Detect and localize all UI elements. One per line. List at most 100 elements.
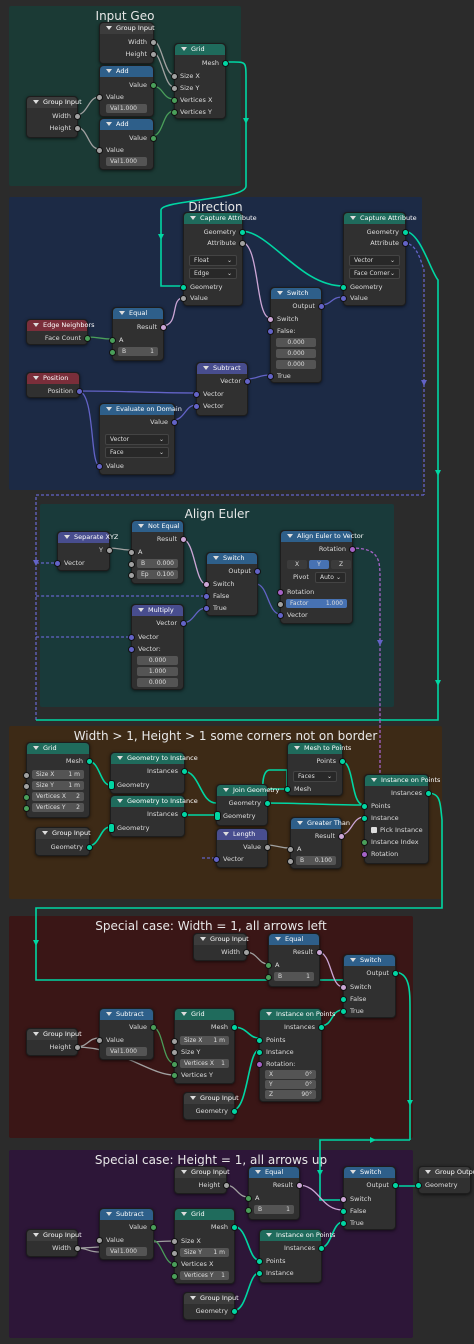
subtract-node[interactable]: Subtract Value Value Val 1.000: [96, 1208, 157, 1260]
output-socket[interactable]: [392, 970, 399, 977]
switch-node[interactable]: Switch Output Switch False True: [340, 954, 399, 1018]
input-socket[interactable]: [171, 1072, 178, 1079]
node-header[interactable]: Instance on Points: [260, 1230, 335, 1241]
collapse-icon[interactable]: [33, 100, 39, 104]
input-socket[interactable]: [245, 1195, 252, 1202]
input-socket[interactable]: [267, 373, 274, 380]
node-header[interactable]: Subtract: [197, 363, 247, 374]
node-header[interactable]: Grid: [27, 743, 89, 754]
node-header[interactable]: Grid: [175, 44, 225, 55]
output-socket[interactable]: [402, 229, 409, 236]
collapse-icon[interactable]: [371, 778, 377, 782]
input-socket[interactable]: [256, 1061, 263, 1068]
input-socket[interactable]: [256, 1258, 263, 1265]
grid-node[interactable]: Grid Mesh Size X Size Y Vertices X Verti…: [171, 43, 229, 119]
axis-z-button[interactable]: Z: [331, 560, 351, 569]
value-field[interactable]: B 0.000: [137, 559, 178, 568]
input-socket[interactable]: [171, 109, 178, 116]
instance-on-points-node[interactable]: Instance on Points Instances Points Inst…: [361, 774, 440, 864]
group-input-node[interactable]: Group Input Width: [193, 933, 250, 961]
node-header[interactable]: Separate XYZ: [58, 532, 118, 543]
data-type-dropdown[interactable]: Float ⌄: [189, 255, 237, 266]
node-header[interactable]: Join Geometry: [217, 785, 279, 796]
collapse-icon[interactable]: [33, 1032, 39, 1036]
equal-node[interactable]: Equal Result A B1: [245, 1166, 303, 1220]
output-socket[interactable]: [106, 547, 113, 554]
node-header[interactable]: Grid: [175, 1009, 234, 1020]
pick-instance-checkbox[interactable]: ✓ Pick Instance: [371, 825, 423, 836]
output-socket[interactable]: [239, 240, 246, 247]
output-socket[interactable]: [392, 1182, 399, 1189]
grid-node[interactable]: Grid Mesh Size X Size Y 1 m Vertices X Ve…: [171, 1208, 238, 1284]
collapse-icon[interactable]: [181, 1012, 187, 1016]
switch-node[interactable]: Switch Output Switch False True: [203, 552, 261, 616]
collapse-icon[interactable]: [138, 524, 144, 528]
rotation-y-field[interactable]: Y 0°: [265, 1080, 316, 1089]
capture-attribute-node[interactable]: Capture Attribute Geometry Attribute Flo…: [180, 212, 257, 306]
node-header[interactable]: Geometry to Instance: [111, 796, 198, 807]
multiply-node[interactable]: Multiply Vector Vector Vector: 0.000 1.0…: [128, 604, 187, 690]
output-socket[interactable]: [231, 1108, 238, 1115]
node-header[interactable]: Group Input: [27, 97, 82, 108]
output-socket[interactable]: [76, 388, 83, 395]
input-socket[interactable]: [415, 1182, 422, 1189]
collapse-icon[interactable]: [33, 746, 39, 750]
vertices-y-field[interactable]: Vertices Y 2: [32, 803, 84, 812]
output-socket[interactable]: [239, 229, 246, 236]
input-socket[interactable]: [277, 612, 284, 619]
node-header[interactable]: Group Input: [184, 1093, 239, 1104]
input-socket[interactable]: [256, 1270, 263, 1277]
node-header[interactable]: Group Input: [27, 1029, 82, 1040]
collapse-icon[interactable]: [266, 1233, 272, 1237]
group-input-node[interactable]: Group Input Geometry: [183, 1092, 239, 1120]
value-field[interactable]: B1: [254, 1205, 294, 1214]
output-socket[interactable]: [338, 833, 345, 840]
vector-x-field[interactable]: 0.000: [276, 338, 316, 347]
input-socket[interactable]: [128, 634, 135, 641]
node-header[interactable]: Edge Neighbors: [27, 320, 95, 331]
output-socket[interactable]: [244, 378, 251, 385]
node-header[interactable]: Geometry to Instance: [111, 753, 198, 764]
node-header[interactable]: Capture Attribute: [344, 213, 417, 224]
collapse-icon[interactable]: [42, 831, 48, 835]
output-socket[interactable]: [223, 1182, 230, 1189]
input-socket[interactable]: [180, 284, 187, 291]
equal-node[interactable]: Equal Result A B1: [265, 933, 323, 987]
input-socket[interactable]: [96, 1037, 103, 1044]
collapse-icon[interactable]: [297, 821, 303, 825]
rotation-z-field[interactable]: Z 90°: [265, 1090, 316, 1099]
input-socket[interactable]: [96, 463, 103, 470]
collapse-icon[interactable]: [213, 556, 219, 560]
switch-node[interactable]: Switch Output Switch False: 0.000 0.000 …: [267, 287, 325, 383]
node-header[interactable]: Grid: [175, 1209, 234, 1220]
pivot-dropdown[interactable]: Auto ⌄: [315, 572, 346, 583]
value-field[interactable]: Val 1.000: [106, 1047, 147, 1056]
node-header[interactable]: Switch: [207, 553, 257, 564]
size-y-field[interactable]: Size Y 1 m: [180, 1248, 229, 1257]
input-socket[interactable]: [23, 772, 30, 779]
node-header[interactable]: Group Input: [194, 934, 249, 945]
output-socket[interactable]: [74, 1245, 81, 1252]
domain-dropdown[interactable]: Face Corner ⌄: [349, 268, 400, 279]
output-socket[interactable]: [150, 39, 157, 46]
collapse-icon[interactable]: [277, 291, 283, 295]
geometry-to-instance-node[interactable]: Geometry to Instance Instances Geometry: [108, 752, 198, 794]
input-socket[interactable]: [96, 1237, 103, 1244]
output-socket[interactable]: [222, 60, 229, 67]
position-node[interactable]: Position Position: [26, 372, 83, 398]
multi-input-socket[interactable]: [214, 811, 221, 821]
grid-node[interactable]: Grid Mesh Size X 1 m Size Y 1 m Vertices X…: [23, 742, 93, 818]
input-socket[interactable]: [340, 1008, 347, 1015]
output-socket[interactable]: [171, 419, 178, 426]
input-socket[interactable]: [245, 1207, 252, 1214]
multi-input-socket[interactable]: [108, 823, 115, 833]
input-socket[interactable]: [256, 1049, 263, 1056]
input-socket[interactable]: [213, 856, 220, 863]
node-header[interactable]: Position: [27, 373, 79, 384]
geometry-to-instance-node[interactable]: Geometry to Instance Instances Geometry: [108, 795, 198, 837]
input-socket[interactable]: [361, 803, 368, 810]
node-header[interactable]: Length: [217, 829, 267, 840]
domain-dropdown[interactable]: Edge ⌄: [189, 268, 237, 279]
collapse-icon[interactable]: [223, 788, 229, 792]
collapse-icon[interactable]: [190, 1096, 196, 1100]
